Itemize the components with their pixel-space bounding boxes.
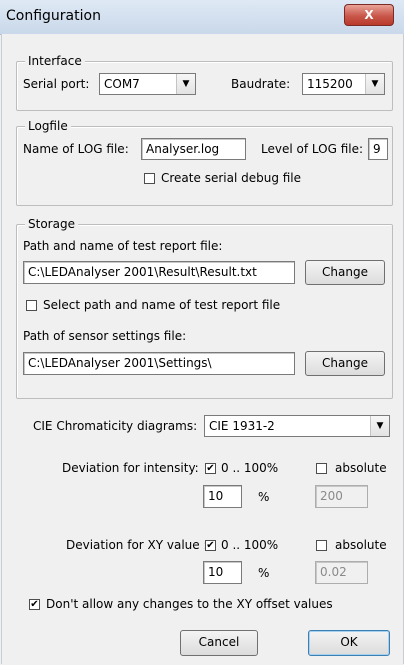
report-path-field[interactable]: C:\LEDAnalyser 2001\Result\Result.txt <box>23 261 295 284</box>
serial-port-value: COM7 <box>104 77 140 91</box>
select-report-path-label: Select path and name of test report file <box>43 298 281 312</box>
cie-label: CIE Chromaticity diagrams: <box>33 419 198 433</box>
cie-select[interactable]: CIE 1931-2 ▼ <box>204 415 390 437</box>
intensity-unit: % <box>258 490 270 504</box>
change-sensor-path-button[interactable]: Change <box>305 351 385 376</box>
change-report-path-button[interactable]: Change <box>305 260 385 285</box>
report-path-label: Path and name of test report file: <box>23 239 223 253</box>
ok-button[interactable]: OK <box>308 630 390 656</box>
sensor-path-label: Path of sensor settings file: <box>23 329 187 343</box>
serial-port-select[interactable]: COM7 ▼ <box>99 73 196 95</box>
log-name-field[interactable]: Analyser.log <box>141 138 246 160</box>
log-level-field[interactable]: 9 <box>368 138 388 160</box>
chevron-down-icon: ▼ <box>370 416 389 436</box>
xy-unit: % <box>258 566 270 580</box>
sensor-path-field[interactable]: C:\LEDAnalyser 2001\Settings\ <box>23 352 295 375</box>
chevron-down-icon: ▼ <box>365 74 384 94</box>
chevron-down-icon: ▼ <box>176 74 195 94</box>
xy-percent-checkbox[interactable]: ✔ <box>205 540 216 551</box>
select-report-path-checkbox[interactable] <box>26 300 37 311</box>
intensity-absolute-field: 200 <box>315 485 368 508</box>
xy-label: Deviation for XY value : <box>66 538 208 552</box>
storage-group: Storage Path and name of test report fil… <box>16 217 393 399</box>
interface-legend: Interface <box>25 54 85 68</box>
debug-file-checkbox[interactable] <box>144 173 155 184</box>
intensity-percent-label: 0 .. 100% <box>221 461 279 475</box>
log-name-label: Name of LOG file: <box>23 142 129 156</box>
cancel-button[interactable]: Cancel <box>180 630 258 656</box>
dialog-body: Interface Serial port: COM7 ▼ Baudrate: … <box>1 34 404 664</box>
xy-value-field[interactable]: 10 <box>203 561 242 584</box>
intensity-absolute-checkbox[interactable] <box>316 463 327 474</box>
xy-absolute-field: 0.02 <box>315 561 368 584</box>
logfile-legend: Logfile <box>25 119 71 133</box>
window-title: Configuration <box>6 8 101 24</box>
baudrate-select[interactable]: 115200 ▼ <box>302 73 385 95</box>
baudrate-value: 115200 <box>307 77 353 91</box>
title-bar: Configuration X <box>0 0 404 35</box>
intensity-absolute-label: absolute <box>335 461 387 475</box>
close-icon[interactable]: X <box>344 4 394 26</box>
intensity-percent-checkbox[interactable]: ✔ <box>205 463 216 474</box>
debug-file-label: Create serial debug file <box>161 171 302 185</box>
logfile-group: Logfile Name of LOG file: Analyser.log L… <box>16 119 393 206</box>
log-level-label: Level of LOG file: <box>261 142 364 156</box>
xy-percent-label: 0 .. 100% <box>221 538 279 552</box>
xy-offset-checkbox[interactable]: ✔ <box>29 599 40 610</box>
baudrate-label: Baudrate: <box>231 77 291 91</box>
xy-offset-label: Don't allow any changes to the XY offset… <box>46 597 333 611</box>
serial-port-label: Serial port: <box>23 77 90 91</box>
interface-group: Interface Serial port: COM7 ▼ Baudrate: … <box>16 54 393 111</box>
xy-absolute-label: absolute <box>335 538 387 552</box>
storage-legend: Storage <box>25 217 78 231</box>
intensity-label: Deviation for intensity: <box>62 461 199 475</box>
xy-absolute-checkbox[interactable] <box>316 540 327 551</box>
cie-value: CIE 1931-2 <box>209 419 275 433</box>
intensity-value-field[interactable]: 10 <box>203 485 242 508</box>
